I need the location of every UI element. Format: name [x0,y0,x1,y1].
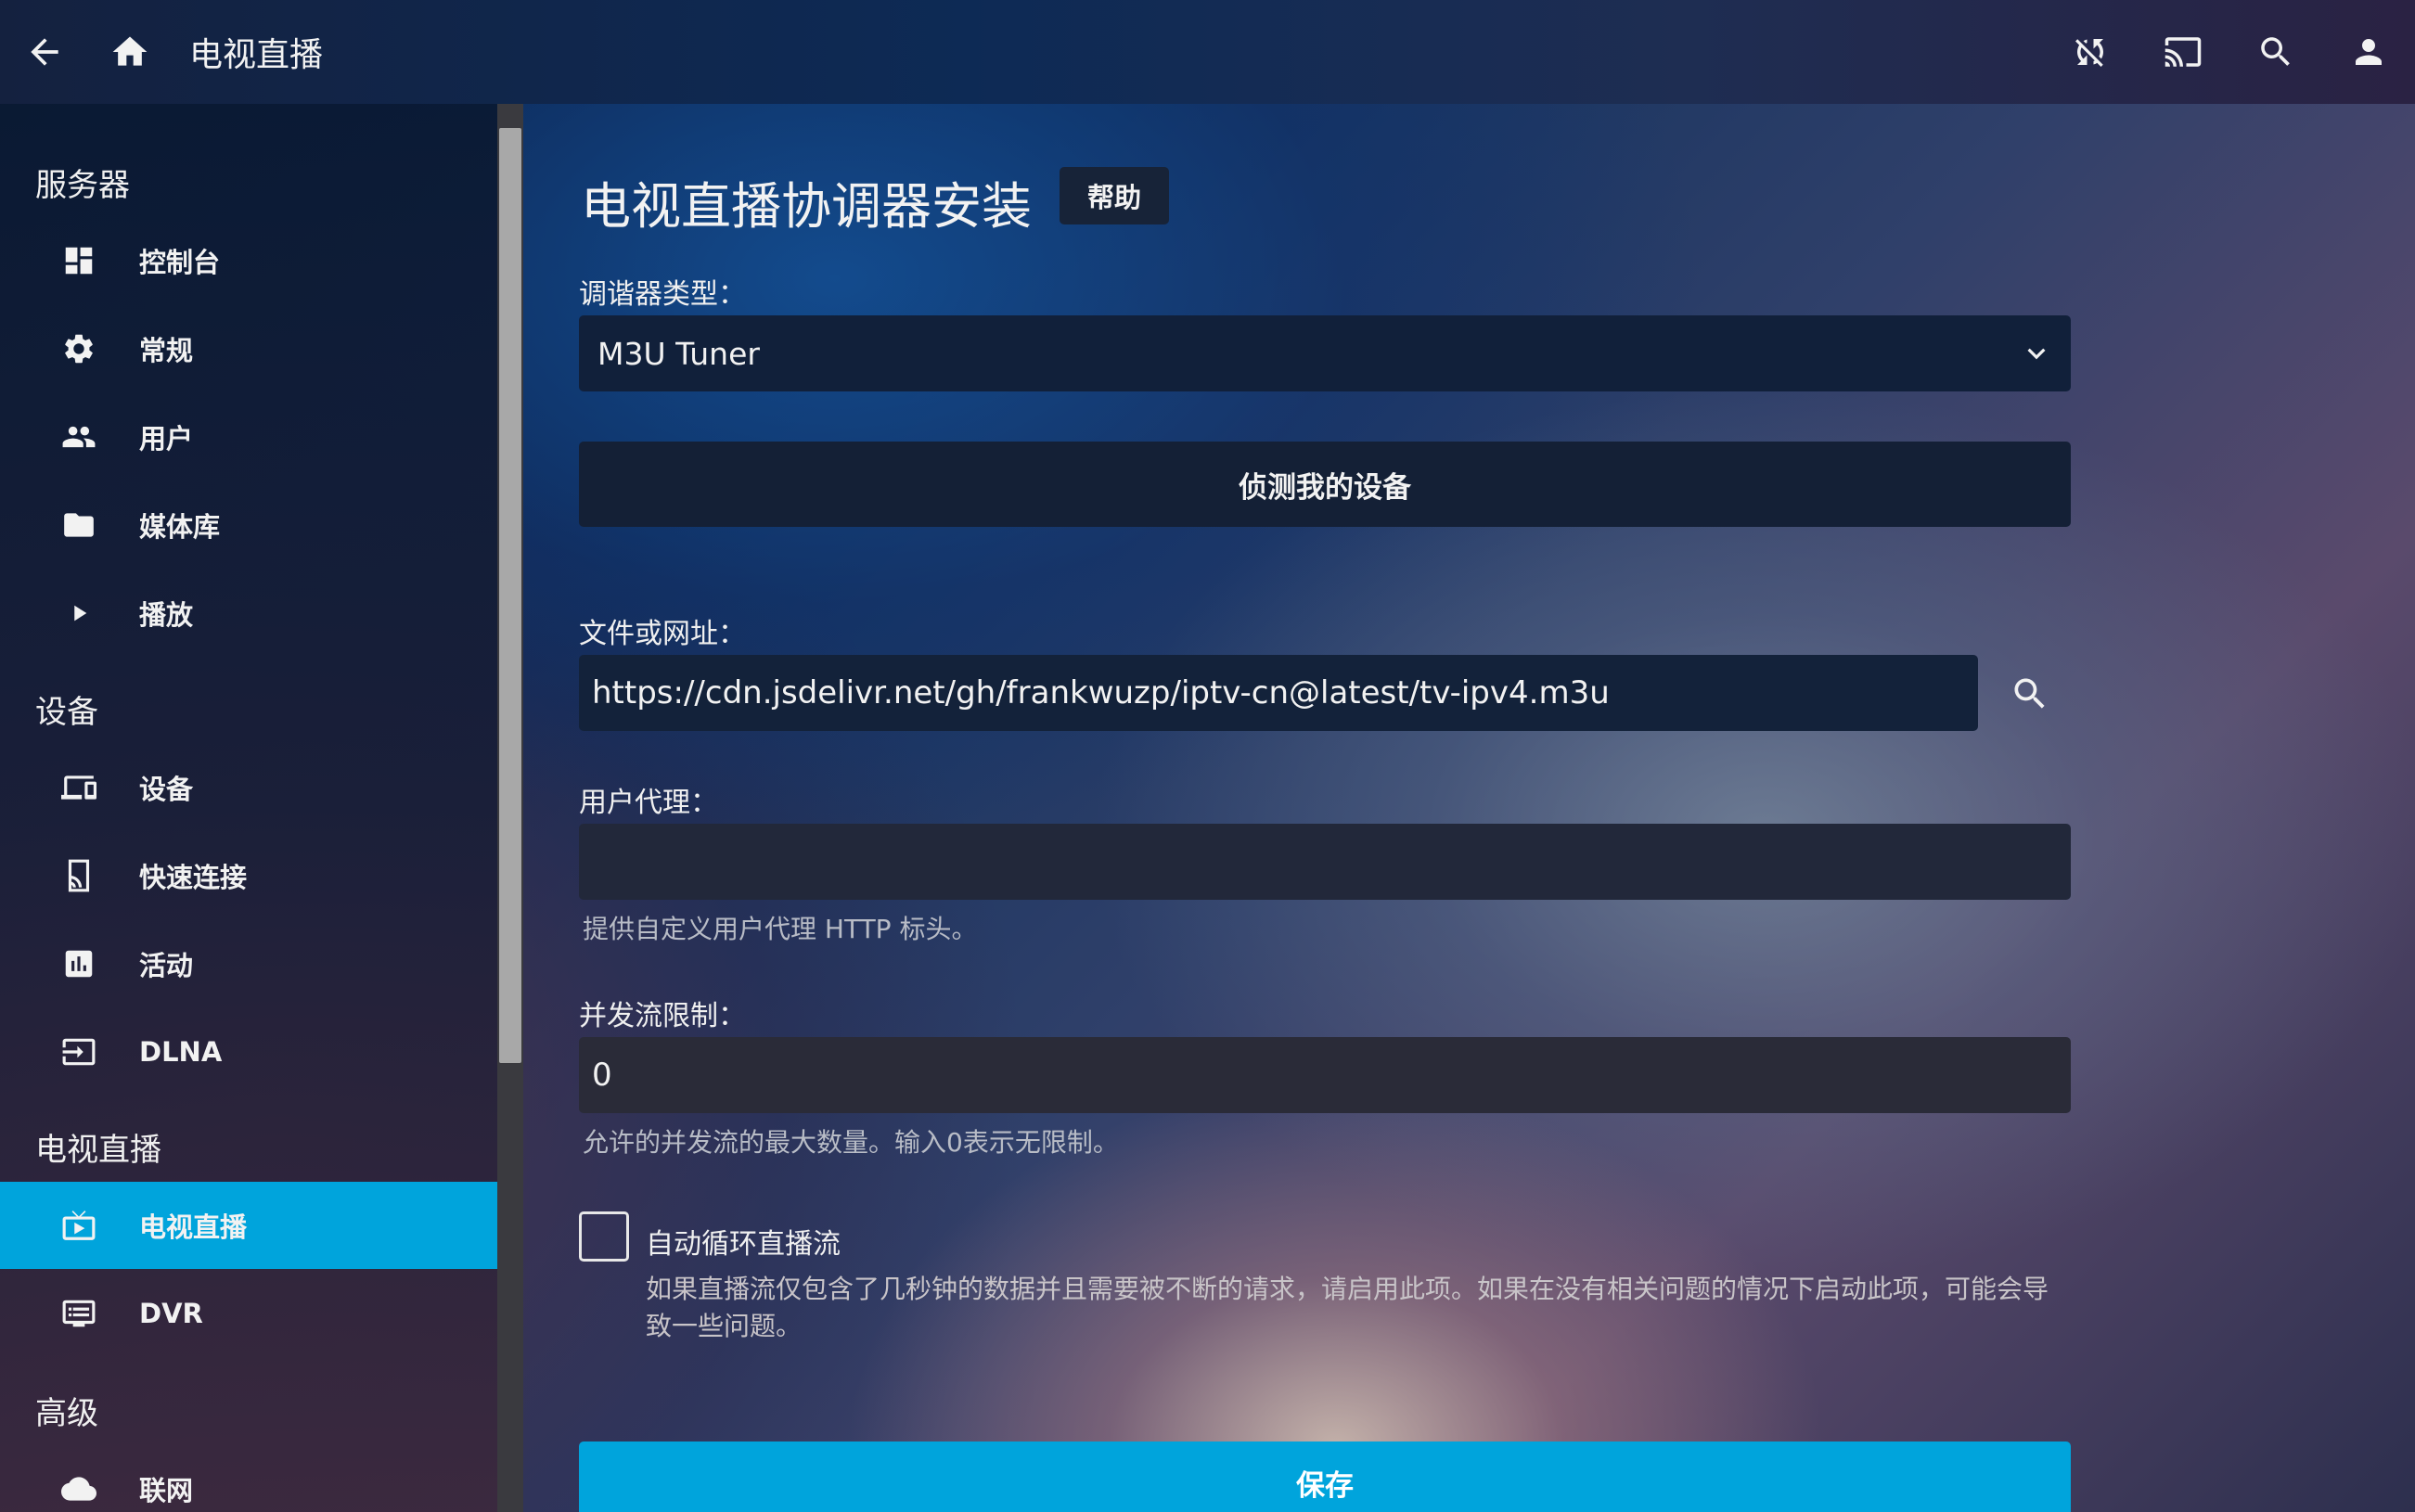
section-header-server: 服务器 [35,167,130,204]
stream-limit-hint: 允许的并发流的最大数量。输入0表示无限制。 [583,1127,1119,1158]
sidebar-item-general[interactable]: 常规 [0,305,497,392]
section-header-devices: 设备 [35,694,98,731]
user-agent-label: 用户代理： [579,787,718,819]
quick-connect-icon [59,856,98,895]
file-url-input[interactable]: https://cdn.jsdelivr.net/gh/frankwuzp/ip… [579,655,1978,731]
users-icon [59,417,98,456]
sidebar: 服务器 控制台 常规 用户 媒体库 播放 设备 设备 快速连接 活动 DLNA … [0,104,497,1512]
user-button[interactable] [2322,0,2415,104]
sidebar-item-networking[interactable]: 联网 [0,1445,497,1512]
sidebar-item-label: DVR [139,1298,203,1329]
arrow-back-icon [31,38,58,66]
auto-loop-checkbox[interactable] [579,1211,629,1262]
gear-icon [59,329,98,368]
activity-icon [59,944,98,983]
section-header-livetv: 电视直播 [35,1132,161,1169]
play-icon [59,594,98,633]
sync-button[interactable] [2044,0,2137,104]
stream-limit-label: 并发流限制： [579,1000,746,1032]
home-button[interactable] [89,0,171,104]
sidebar-item-live-tv[interactable]: 电视直播 [0,1182,497,1269]
search-icon [2014,678,2045,709]
scrollbar-thumb[interactable] [499,128,521,1063]
folder-icon [59,506,98,545]
detect-devices-button[interactable]: 侦测我的设备 [579,442,2071,527]
cast-icon [2165,37,2202,67]
sidebar-item-label: 活动 [139,950,194,981]
main-content: 电视直播协调器安装 帮助 调谐器类型： M3U Tuner 侦测我的设备 文件或… [523,104,2415,1512]
user-agent-input[interactable] [579,824,2071,900]
home-icon [112,36,148,66]
back-button[interactable] [0,0,89,104]
user-icon [2356,39,2382,65]
sidebar-item-playback[interactable]: 播放 [0,570,497,657]
dashboard-icon [59,241,98,280]
dvr-icon [59,1294,98,1333]
sidebar-item-label: 电视直播 [139,1211,248,1243]
auto-loop-hint: 如果直播流仅包含了几秒钟的数据并且需要被不断的请求，请启用此项。如果在没有相关问… [646,1274,2049,1341]
sidebar-item-dvr[interactable]: DVR [0,1270,497,1357]
page-title: 电视直播协调器安装 [581,177,1032,236]
app-header: 电视直播 [0,0,2415,104]
sidebar-item-devices[interactable]: 设备 [0,744,497,831]
user-agent-hint: 提供自定义用户代理 HTTP 标头。 [583,914,978,944]
sidebar-item-label: 媒体库 [139,511,221,543]
sidebar-item-dashboard[interactable]: 控制台 [0,217,497,304]
search-button[interactable] [2229,0,2322,104]
chevron-down-icon [2019,336,2054,371]
header-title: 电视直播 [189,36,324,74]
search-icon [2261,37,2290,66]
save-button[interactable]: 保存 [579,1442,2071,1512]
dlna-icon [59,1032,98,1071]
sidebar-item-label: 控制台 [139,247,221,278]
sidebar-scrollbar[interactable] [497,104,523,1512]
help-button[interactable]: 帮助 [1060,167,1169,224]
cloud-icon [59,1469,98,1508]
live-tv-icon [59,1206,98,1245]
sidebar-item-library[interactable]: 媒体库 [0,481,497,569]
sidebar-item-dlna[interactable]: DLNA [0,1008,497,1096]
devices-icon [59,768,98,807]
cast-button[interactable] [2137,0,2229,104]
sidebar-item-quick-connect[interactable]: 快速连接 [0,832,497,919]
sidebar-item-label: 常规 [139,335,194,366]
tuner-type-select[interactable]: M3U Tuner [579,315,2071,391]
stream-limit-input[interactable]: 0 [579,1037,2071,1113]
section-header-advanced: 高级 [35,1395,98,1432]
sidebar-item-users[interactable]: 用户 [0,393,497,481]
tuner-type-value: M3U Tuner [597,335,760,372]
sidebar-item-label: 播放 [139,599,194,631]
tuner-type-label: 调谐器类型： [579,278,746,311]
sidebar-item-label: 用户 [139,423,194,455]
file-url-label: 文件或网址： [579,618,746,650]
browse-file-button[interactable] [2000,664,2060,724]
sidebar-item-label: 联网 [139,1475,194,1506]
sidebar-item-activity[interactable]: 活动 [0,920,497,1007]
sidebar-item-label: 快速连接 [139,862,248,893]
sidebar-item-label: 设备 [139,774,194,805]
sync-disabled-icon [2075,39,2103,67]
auto-loop-label[interactable]: 自动循环直播流 [646,1221,841,1262]
sidebar-item-label: DLNA [139,1036,223,1068]
